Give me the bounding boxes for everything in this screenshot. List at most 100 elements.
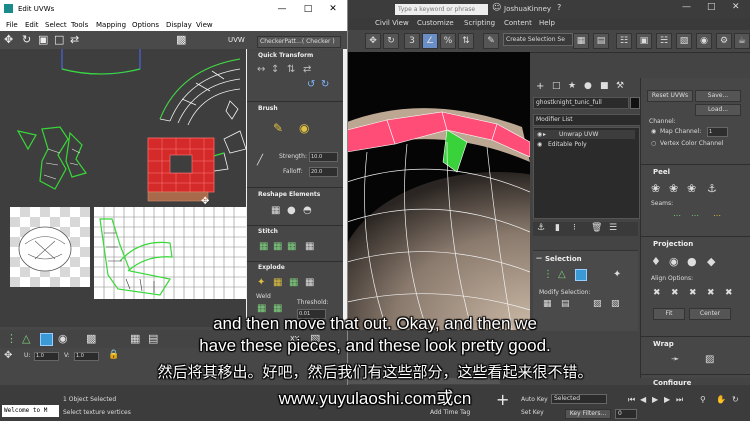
align-horizontal-icon[interactable]: ↕ xyxy=(271,64,279,75)
menu-scripting[interactable]: Scripting xyxy=(464,19,495,27)
stack-item-unwrap-uvw[interactable]: Unwrap UVW xyxy=(559,131,598,138)
pelt-icon[interactable]: ⚓ xyxy=(707,182,717,195)
align-icon[interactable]: ▤ xyxy=(593,33,609,49)
reshape-elements-title[interactable]: Reshape Elements xyxy=(258,191,320,198)
break-icon[interactable]: ✦ xyxy=(257,277,265,288)
maximize-icon[interactable]: □ xyxy=(707,2,716,12)
menu-civil-view[interactable]: Civil View xyxy=(375,19,409,27)
weld-selected-icon[interactable]: ▦ xyxy=(257,303,266,314)
peel-mode-icon[interactable]: ❀ xyxy=(669,182,678,195)
snap-3-icon[interactable]: 3 xyxy=(404,33,420,49)
pelt-map-icon[interactable]: ❀ xyxy=(687,182,696,195)
render-icon[interactable]: ☕ xyxy=(734,33,750,49)
align-to-edge-icon[interactable]: ↔ xyxy=(257,64,265,75)
stitch-settings-icon[interactable]: ▦ xyxy=(305,241,314,252)
projection-rollout-title[interactable]: Projection xyxy=(653,240,693,248)
loop-selection-icon[interactable]: ▨ xyxy=(593,299,602,309)
uv-editor-canvas[interactable]: ✥ xyxy=(0,49,246,327)
move-icon[interactable]: ✥ xyxy=(4,33,13,46)
menu-options[interactable]: Options xyxy=(132,21,159,29)
brush-line-icon[interactable]: ╱ xyxy=(257,155,263,166)
motion-tab-icon[interactable]: ● xyxy=(584,81,592,91)
rotate-minus-icon[interactable]: ↺ xyxy=(307,79,315,90)
stitch-title[interactable]: Stitch xyxy=(258,228,278,235)
spinner-snap-icon[interactable]: ⇅ xyxy=(458,33,474,49)
hierarchy-tab-icon[interactable]: ★ xyxy=(568,81,576,91)
cylindrical-map-icon[interactable]: ◉ xyxy=(669,255,679,268)
eye-icon[interactable]: ◉ xyxy=(537,131,542,138)
menu-help[interactable]: Help xyxy=(539,19,555,27)
best-align-icon[interactable]: ✖ xyxy=(707,288,715,298)
spherical-map-icon[interactable]: ● xyxy=(687,255,697,268)
stitch-source-icon[interactable]: ▦ xyxy=(287,241,296,252)
material-editor-icon[interactable]: ◉ xyxy=(696,33,712,49)
minimize-icon[interactable]: — xyxy=(682,2,691,12)
move-tool-icon[interactable]: ✥ xyxy=(365,33,381,49)
quick-transform-title[interactable]: Quick Transform xyxy=(258,52,313,59)
menu-select[interactable]: Select xyxy=(45,21,67,29)
peel-rollout-title[interactable]: Peel xyxy=(653,168,670,176)
expand-icon[interactable]: ▸ xyxy=(543,131,546,138)
close-icon[interactable]: ✕ xyxy=(732,2,740,12)
save-button[interactable]: Save... xyxy=(695,90,741,102)
uvw-label[interactable]: UVW xyxy=(228,36,245,44)
maximize-icon[interactable]: □ xyxy=(302,3,314,15)
menu-tools[interactable]: Tools xyxy=(71,21,88,29)
selection-rollout-title[interactable]: Selection xyxy=(545,255,582,263)
render-setup-icon[interactable]: ⚙ xyxy=(716,33,732,49)
key-filters-button[interactable]: Key Filters... xyxy=(565,409,611,419)
rotate-icon[interactable]: ↻ xyxy=(22,33,31,46)
vertex-mode-icon[interactable]: ⋮ xyxy=(543,269,553,280)
scale-icon[interactable]: ▣ xyxy=(38,33,48,46)
percent-snap-icon[interactable]: % xyxy=(440,33,456,49)
stack-item-editable-poly[interactable]: Editable Poly xyxy=(548,141,587,148)
element-mode-icon[interactable]: ✦ xyxy=(613,269,621,280)
object-color-swatch[interactable] xyxy=(630,97,640,109)
pin-stack-icon[interactable]: ⚓ xyxy=(537,223,545,233)
frame-field[interactable]: 0 xyxy=(615,409,637,419)
map-channel-radio[interactable]: ◉ xyxy=(651,128,656,135)
utilities-tab-icon[interactable]: ⚒ xyxy=(616,81,624,91)
straighten-icon[interactable]: ▦ xyxy=(271,205,280,216)
box-map-icon[interactable]: ◆ xyxy=(707,255,715,268)
show-end-result-icon[interactable]: ▮ xyxy=(555,223,560,233)
convert-edges-icon[interactable]: ⋯ xyxy=(713,211,721,220)
menu-file[interactable]: File xyxy=(6,21,18,29)
align-vertical-icon[interactable]: ⇄ xyxy=(303,64,311,75)
edit-named-sel-icon[interactable]: ✎ xyxy=(483,33,499,49)
flatten-icon[interactable]: ▦ xyxy=(289,277,298,288)
make-unique-icon[interactable]: ⁝ xyxy=(573,223,576,233)
menu-mapping[interactable]: Mapping xyxy=(96,21,126,29)
user-name[interactable]: JoshuaKinney xyxy=(504,5,551,13)
mirror-icon[interactable]: ⇄ xyxy=(70,33,79,46)
add-time-tag[interactable]: Add Time Tag xyxy=(430,409,470,416)
quick-peel-icon[interactable]: ❀ xyxy=(651,182,660,195)
stitch-average-icon[interactable]: ▦ xyxy=(273,241,282,252)
point-to-point-seams-icon[interactable]: ⋯ xyxy=(691,211,699,220)
ring-selection-icon[interactable]: ▧ xyxy=(611,299,620,309)
rollout-toggle-icon[interactable]: — xyxy=(536,255,542,262)
align-x-icon[interactable]: ✖ xyxy=(653,288,661,298)
brush-title[interactable]: Brush xyxy=(258,105,278,112)
menu-customize[interactable]: Customize xyxy=(417,19,454,27)
display-tab-icon[interactable]: ■ xyxy=(600,81,609,91)
relax-brush-icon[interactable]: ◉ xyxy=(299,121,309,135)
create-selection-set-dropdown[interactable]: Create Selection Se xyxy=(503,33,573,46)
modifier-list-dropdown[interactable]: Modifier List xyxy=(533,114,642,126)
modify-tab-icon[interactable]: □ xyxy=(552,81,561,91)
stitch-to-target-icon[interactable]: ▦ xyxy=(259,241,268,252)
align-z-icon[interactable]: ✖ xyxy=(689,288,697,298)
create-tab-icon[interactable]: + xyxy=(536,81,544,92)
eye-icon[interactable]: ◉ xyxy=(537,141,542,148)
configure-sets-icon[interactable]: ☰ xyxy=(609,223,617,233)
edge-mode-icon[interactable]: △ xyxy=(558,269,566,280)
schematic-icon[interactable]: ▧ xyxy=(676,33,692,49)
remove-modifier-icon[interactable]: 🗑 xyxy=(591,223,602,233)
view-align-icon[interactable]: ✖ xyxy=(725,288,733,298)
map-channel-spinner[interactable]: 1 xyxy=(707,127,728,137)
rotate-plus-icon[interactable]: ↻ xyxy=(321,79,329,90)
grow-selection-icon[interactable]: ▦ xyxy=(543,299,552,309)
search-input[interactable]: Type a keyword or phrase xyxy=(395,4,488,15)
relax-settings-icon[interactable]: ◓ xyxy=(303,205,312,216)
menu-edit[interactable]: Edit xyxy=(25,21,39,29)
